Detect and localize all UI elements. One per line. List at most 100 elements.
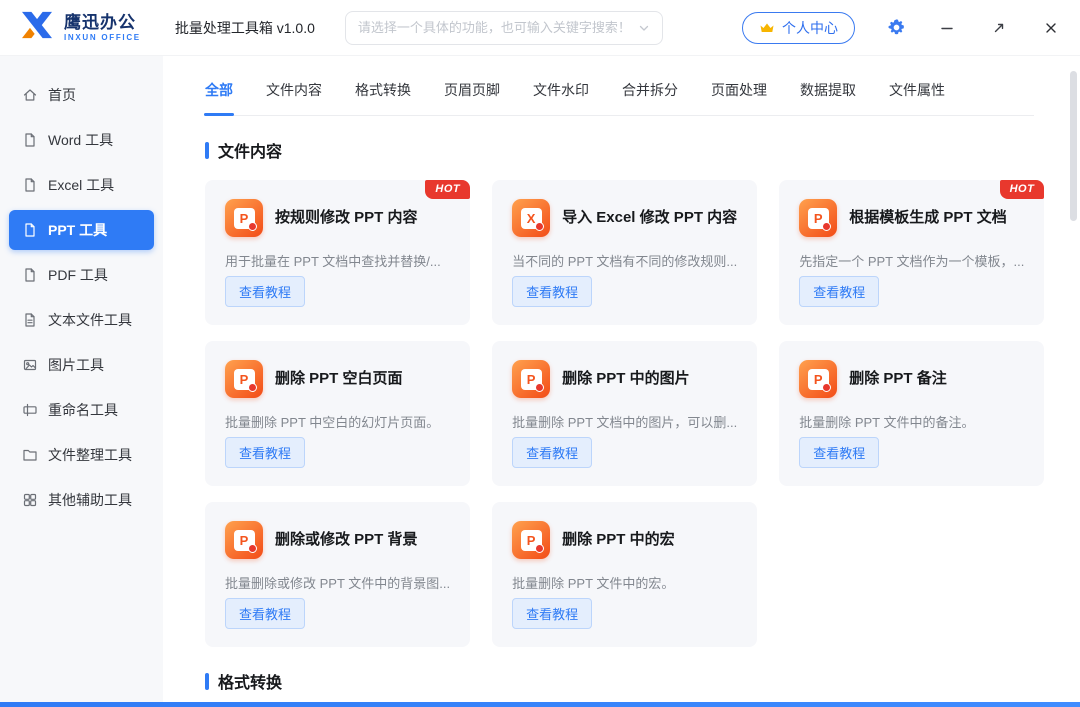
tool-card-title: 删除 PPT 备注 xyxy=(849,369,947,389)
user-center-button[interactable]: 个人中心 xyxy=(742,12,855,44)
maximize-button[interactable] xyxy=(988,17,1010,39)
tab-merge-split[interactable]: 合并拆分 xyxy=(622,80,678,115)
sidebar-item-rename[interactable]: 重命名工具 xyxy=(9,390,154,430)
section-title: 文件内容 xyxy=(205,138,1034,162)
tab-file-props[interactable]: 文件属性 xyxy=(889,80,945,115)
ppt-image-icon: P xyxy=(512,360,550,398)
folder-icon xyxy=(22,447,38,463)
tool-card-desc: 批量删除 PPT 文档中的图片，可以删... xyxy=(512,412,737,431)
tool-card[interactable]: P 删除 PPT 中的宏 批量删除 PPT 文件中的宏。 查看教程 xyxy=(492,502,757,647)
sidebar-item-label: 首页 xyxy=(48,85,76,105)
tab-bar: 全部文件内容格式转换页眉页脚文件水印合并拆分页面处理数据提取文件属性 xyxy=(205,56,1034,116)
sidebar-item-label: Excel 工具 xyxy=(48,175,114,195)
tool-card-header: P 删除 PPT 备注 xyxy=(799,360,1024,398)
search-input[interactable] xyxy=(358,20,630,35)
tool-card[interactable]: HOT P 根据模板生成 PPT 文档 先指定一个 PPT 文档作为一个模板，.… xyxy=(779,180,1044,325)
tool-card-header: P 删除 PPT 中的图片 xyxy=(512,360,737,398)
view-tutorial-button[interactable]: 查看教程 xyxy=(512,437,592,468)
tab-data-extract[interactable]: 数据提取 xyxy=(800,80,856,115)
tab-file-content[interactable]: 文件内容 xyxy=(266,80,322,115)
sidebar-item-excel[interactable]: Excel 工具 xyxy=(9,165,154,205)
tool-card-header: P 删除 PPT 空白页面 xyxy=(225,360,450,398)
view-tutorial-button[interactable]: 查看教程 xyxy=(799,437,879,468)
ppt-macro-icon: P xyxy=(512,521,550,559)
sidebar-item-ppt[interactable]: PPT 工具 xyxy=(9,210,154,250)
other-icon xyxy=(22,492,38,508)
view-tutorial-button[interactable]: 查看教程 xyxy=(225,437,305,468)
tab-page-process[interactable]: 页面处理 xyxy=(711,80,767,115)
sidebar-item-home[interactable]: 首页 xyxy=(9,75,154,115)
hot-badge: HOT xyxy=(425,180,470,199)
section: 格式转换 xyxy=(205,669,1034,702)
sidebar-item-label: 重命名工具 xyxy=(48,400,118,420)
bottom-accent-bar xyxy=(0,702,1080,707)
view-tutorial-button[interactable]: 查看教程 xyxy=(512,598,592,629)
function-search-box[interactable] xyxy=(345,11,663,45)
tool-card-title: 删除或修改 PPT 背景 xyxy=(275,530,418,550)
chevron-down-icon[interactable] xyxy=(638,22,650,34)
tool-card-desc: 当不同的 PPT 文档有不同的修改规则... xyxy=(512,251,737,270)
scrollbar[interactable] xyxy=(1070,59,1077,699)
tool-card[interactable]: P 删除 PPT 备注 批量删除 PPT 文件中的备注。 查看教程 xyxy=(779,341,1044,486)
sidebar: 首页 Word 工具 Excel 工具 PPT 工具 PDF 工具 文本文件工具… xyxy=(0,56,163,702)
sidebar-item-pdf[interactable]: PDF 工具 xyxy=(9,255,154,295)
ppt-notes-icon: P xyxy=(799,360,837,398)
tool-card[interactable]: P 删除 PPT 空白页面 批量删除 PPT 中空白的幻灯片页面。 查看教程 xyxy=(205,341,470,486)
sidebar-item-label: PDF 工具 xyxy=(48,265,108,285)
image-icon xyxy=(22,357,38,373)
app-logo: 鹰迅办公 INXUN OFFICE xyxy=(18,10,141,45)
sidebar-item-other-tools[interactable]: 其他辅助工具 xyxy=(9,480,154,520)
ppt-background-icon: P xyxy=(225,521,263,559)
window-title: 批量处理工具箱 v1.0.0 xyxy=(175,18,315,38)
tool-card-title: 删除 PPT 中的宏 xyxy=(562,530,675,550)
tool-card-title: 删除 PPT 空白页面 xyxy=(275,369,403,389)
window-controls xyxy=(936,17,1062,39)
doc-icon xyxy=(22,177,38,193)
section-title: 格式转换 xyxy=(205,669,1034,693)
tool-card[interactable]: HOT P 按规则修改 PPT 内容 用于批量在 PPT 文档中查找并替换/..… xyxy=(205,180,470,325)
sidebar-item-label: 其他辅助工具 xyxy=(48,490,132,510)
tab-all[interactable]: 全部 xyxy=(205,80,233,115)
app-name-block: 鹰迅办公 INXUN OFFICE xyxy=(64,13,141,42)
sidebar-item-word[interactable]: Word 工具 xyxy=(9,120,154,160)
tool-card-desc: 批量删除 PPT 文件中的备注。 xyxy=(799,412,1024,431)
tool-card-title: 按规则修改 PPT 内容 xyxy=(275,208,418,228)
tool-card-header: P 删除或修改 PPT 背景 xyxy=(225,521,450,559)
doc-icon xyxy=(22,267,38,283)
app-name-en: INXUN OFFICE xyxy=(64,33,141,42)
view-tutorial-button[interactable]: 查看教程 xyxy=(799,276,879,307)
tool-card-desc: 用于批量在 PPT 文档中查找并替换/... xyxy=(225,251,450,270)
view-tutorial-button[interactable]: 查看教程 xyxy=(225,598,305,629)
sidebar-item-image[interactable]: 图片工具 xyxy=(9,345,154,385)
minimize-button[interactable] xyxy=(936,17,958,39)
settings-gear-icon[interactable] xyxy=(885,16,908,39)
scrollbar-thumb[interactable] xyxy=(1070,71,1077,221)
sidebar-item-label: PPT 工具 xyxy=(48,220,107,240)
tool-card-title: 导入 Excel 修改 PPT 内容 xyxy=(562,208,737,228)
doc-icon xyxy=(22,132,38,148)
tool-card-desc: 批量删除 PPT 中空白的幻灯片页面。 xyxy=(225,412,450,431)
tool-card[interactable]: P 删除 PPT 中的图片 批量删除 PPT 文档中的图片，可以删... 查看教… xyxy=(492,341,757,486)
card-grid: HOT P 按规则修改 PPT 内容 用于批量在 PPT 文档中查找并替换/..… xyxy=(205,180,1034,647)
sidebar-item-label: 文本文件工具 xyxy=(48,310,132,330)
titlebar: 鹰迅办公 INXUN OFFICE 批量处理工具箱 v1.0.0 个人中心 xyxy=(0,0,1080,56)
sidebar-item-file-organize[interactable]: 文件整理工具 xyxy=(9,435,154,475)
tab-header-footer[interactable]: 页眉页脚 xyxy=(444,80,500,115)
tool-card[interactable]: P 删除或修改 PPT 背景 批量删除或修改 PPT 文件中的背景图... 查看… xyxy=(205,502,470,647)
tab-watermark[interactable]: 文件水印 xyxy=(533,80,589,115)
app-name: 鹰迅办公 xyxy=(64,13,141,33)
tool-card-desc: 先指定一个 PPT 文档作为一个模板，... xyxy=(799,251,1024,270)
view-tutorial-button[interactable]: 查看教程 xyxy=(512,276,592,307)
tool-card-header: X 导入 Excel 修改 PPT 内容 xyxy=(512,199,737,237)
tool-card-header: P 按规则修改 PPT 内容 xyxy=(225,199,450,237)
tool-card[interactable]: X 导入 Excel 修改 PPT 内容 当不同的 PPT 文档有不同的修改规则… xyxy=(492,180,757,325)
close-button[interactable] xyxy=(1040,17,1062,39)
tool-card-title: 根据模板生成 PPT 文档 xyxy=(849,208,1007,228)
view-tutorial-button[interactable]: 查看教程 xyxy=(225,276,305,307)
section: 文件内容 HOT P 按规则修改 PPT 内容 用于批量在 PPT 文档中查找并… xyxy=(205,138,1034,647)
sidebar-item-label: Word 工具 xyxy=(48,130,113,150)
tab-format-convert[interactable]: 格式转换 xyxy=(355,80,411,115)
sidebar-item-label: 文件整理工具 xyxy=(48,445,132,465)
tool-card-desc: 批量删除 PPT 文件中的宏。 xyxy=(512,573,737,592)
sidebar-item-text-file[interactable]: 文本文件工具 xyxy=(9,300,154,340)
